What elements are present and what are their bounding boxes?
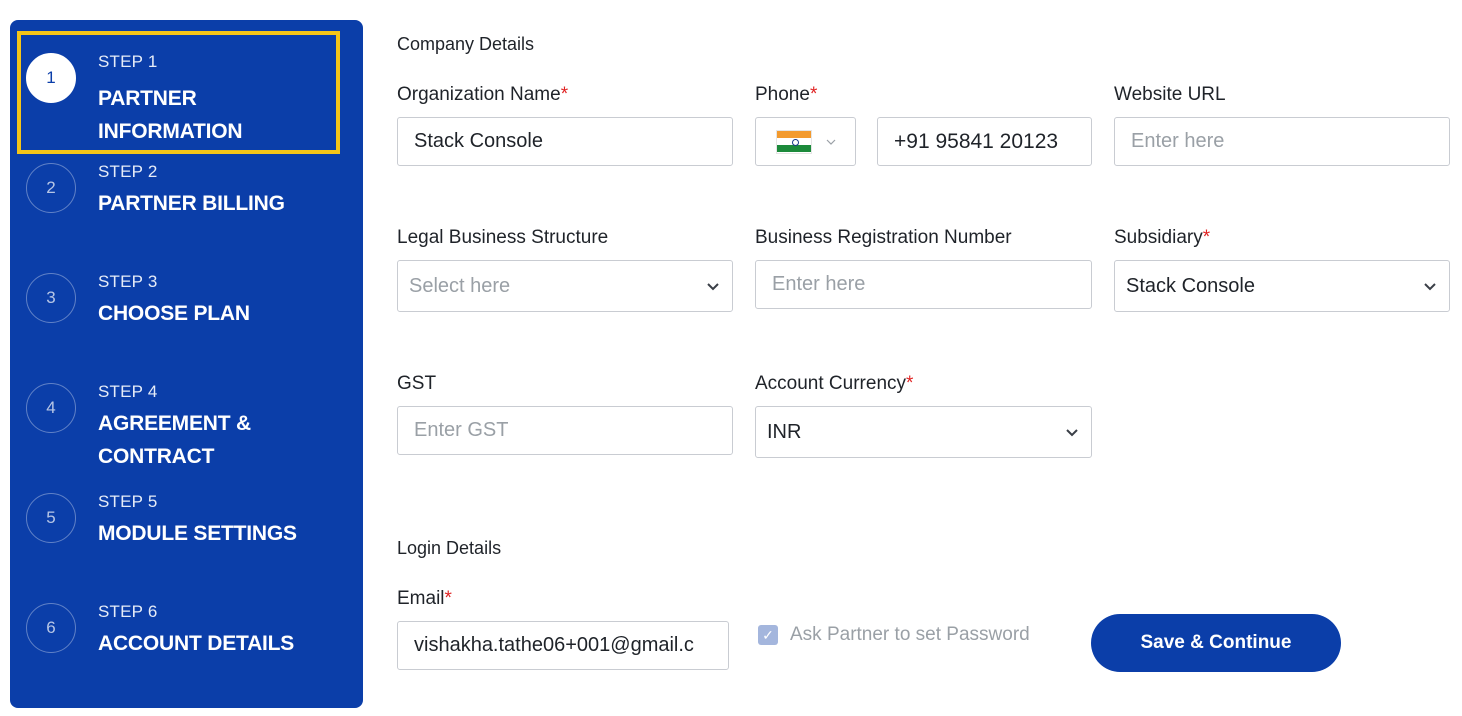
currency-value: INR	[767, 420, 802, 443]
step-label: STEP 5	[98, 492, 158, 511]
step-number-circle: 6	[26, 603, 76, 653]
email-label-text: Email	[397, 588, 445, 609]
step-6-account-details[interactable]: 6 STEP 6 ACCOUNT DETAILS	[10, 590, 363, 700]
save-continue-button[interactable]: Save & Continue	[1091, 614, 1341, 672]
steps-sidebar: 1 STEP 1 PARTNER INFORMATION 2 STEP 2 PA…	[10, 20, 363, 708]
chevron-down-icon	[707, 283, 719, 291]
subsidiary-label-text: Subsidiary	[1114, 227, 1203, 248]
currency-label-text: Account Currency	[755, 373, 907, 394]
india-flag-icon	[776, 129, 812, 154]
legal-structure-select[interactable]: Select here	[397, 260, 733, 312]
company-details-heading: Company Details	[397, 34, 535, 54]
step-label: STEP 4	[98, 382, 158, 401]
step-number-circle: 4	[26, 383, 76, 433]
ask-password-checkbox[interactable]: ✓ Ask Partner to set Password	[758, 624, 1030, 646]
step-label: STEP 1	[98, 52, 158, 71]
step-label: STEP 3	[98, 272, 158, 291]
step-number-circle: 1	[26, 53, 76, 103]
step-number-circle: 5	[26, 493, 76, 543]
website-label: Website URL	[1114, 84, 1226, 105]
email-input[interactable]: vishakha.tathe06+001@gmail.c	[397, 621, 729, 670]
subsidiary-value: Stack Console	[1126, 274, 1255, 297]
step-label: STEP 6	[98, 602, 158, 621]
step-title: MODULE SETTINGS	[98, 522, 297, 545]
email-label: Email*	[397, 588, 452, 610]
phone-label: Phone*	[755, 84, 817, 106]
step-5-module-settings[interactable]: 5 STEP 5 MODULE SETTINGS	[10, 480, 363, 590]
required-marker: *	[560, 84, 569, 105]
step-title: ACCOUNT DETAILS	[98, 632, 295, 655]
checkmark-icon: ✓	[758, 625, 778, 645]
org-name-label: Organization Name*	[397, 84, 568, 106]
step-1-partner-information[interactable]: 1 STEP 1 PARTNER INFORMATION	[10, 31, 363, 154]
website-input[interactable]: Enter here	[1114, 117, 1450, 166]
currency-select[interactable]: INR	[755, 406, 1092, 458]
chevron-down-icon	[1066, 429, 1078, 437]
phone-input[interactable]: +91 95841 20123	[877, 117, 1092, 166]
currency-label: Account Currency*	[755, 373, 913, 395]
chevron-down-icon	[826, 139, 836, 145]
step-number-circle: 2	[26, 163, 76, 213]
legal-structure-label: Legal Business Structure	[397, 227, 609, 248]
subsidiary-select[interactable]: Stack Console	[1114, 260, 1450, 312]
legal-structure-placeholder: Select here	[409, 274, 511, 297]
chevron-down-icon	[1424, 283, 1436, 291]
org-name-label-text: Organization Name	[397, 84, 561, 105]
subsidiary-label: Subsidiary*	[1114, 227, 1210, 249]
step-3-choose-plan[interactable]: 3 STEP 3 CHOOSE PLAN	[10, 260, 363, 370]
step-title: PARTNER BILLING	[98, 192, 285, 215]
required-marker: *	[444, 588, 452, 609]
step-4-agreement-contract[interactable]: 4 STEP 4 AGREEMENT & CONTRACT	[10, 370, 363, 480]
step-title: PARTNER INFORMATION	[98, 87, 243, 143]
login-details-heading: Login Details	[397, 538, 502, 558]
step-label: STEP 2	[98, 162, 158, 181]
step-2-partner-billing[interactable]: 2 STEP 2 PARTNER BILLING	[10, 150, 363, 260]
step-title: AGREEMENT & CONTRACT	[98, 412, 251, 468]
gst-label: GST	[397, 373, 437, 394]
country-code-select[interactable]	[755, 117, 856, 166]
ask-password-label: Ask Partner to set Password	[790, 624, 1030, 645]
step-number-circle: 3	[26, 273, 76, 323]
registration-number-label: Business Registration Number	[755, 227, 1012, 248]
required-marker: *	[809, 84, 818, 105]
gst-input[interactable]: Enter GST	[397, 406, 733, 455]
required-marker: *	[906, 373, 914, 394]
phone-label-text: Phone	[755, 84, 810, 105]
org-name-input[interactable]: Stack Console	[397, 117, 733, 166]
registration-number-input[interactable]: Enter here	[755, 260, 1092, 309]
step-title: CHOOSE PLAN	[98, 302, 250, 325]
required-marker: *	[1202, 227, 1211, 248]
